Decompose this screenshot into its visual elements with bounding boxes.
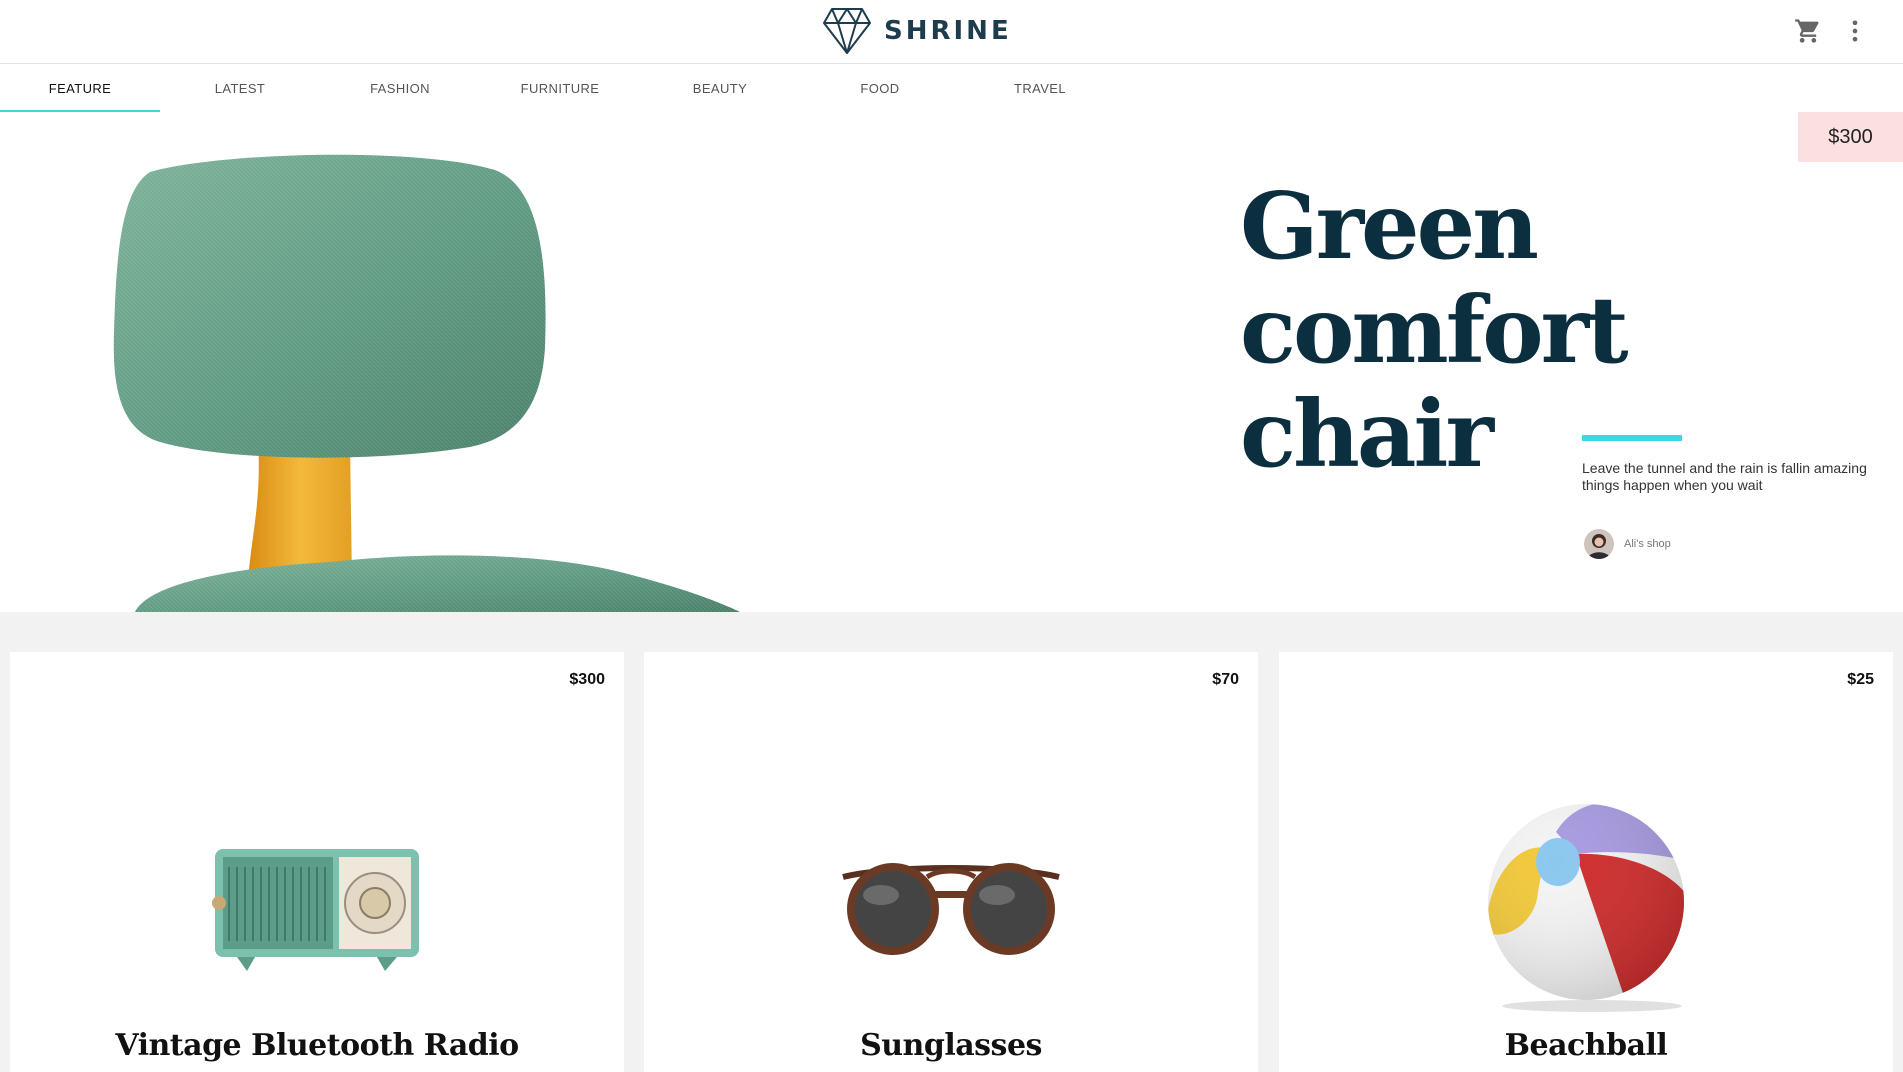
tab-feature[interactable]: FEATURE [0, 64, 160, 112]
tab-travel[interactable]: TRAVEL [960, 64, 1120, 112]
shop-link[interactable]: Ali's shop [1584, 529, 1671, 559]
avatar [1584, 529, 1614, 559]
product-title: Vintage Bluetooth Radio [115, 1028, 519, 1063]
product-card-beachball[interactable]: $25 Beachball [1279, 652, 1893, 1072]
accent-divider [1582, 435, 1682, 441]
product-price: $300 [569, 671, 605, 688]
tab-beauty[interactable]: BEAUTY [640, 64, 800, 112]
shopping-cart-icon[interactable] [1794, 17, 1822, 45]
shop-name: Ali's shop [1624, 538, 1671, 550]
product-price: $70 [1212, 671, 1239, 688]
tab-fashion[interactable]: FASHION [320, 64, 480, 112]
hero-price-badge: $300 [1798, 112, 1903, 162]
brand[interactable]: SHRINE [822, 6, 1012, 56]
beachball-image [1488, 804, 1684, 1012]
product-title: Beachball [1504, 1028, 1668, 1063]
product-card-sunglasses[interactable]: $70 Sunglasses [644, 652, 1258, 1072]
tab-food[interactable]: FOOD [800, 64, 960, 112]
hero-title: Green comfort chair [1240, 172, 1629, 488]
featured-hero[interactable]: $300 Green comfort chair Leave the tunne… [0, 112, 1903, 612]
diamond-icon [823, 8, 871, 54]
tab-furniture[interactable]: FURNITURE [480, 64, 640, 112]
hero-description: Leave the tunnel and the rain is fallin … [1582, 460, 1867, 493]
product-price: $25 [1847, 671, 1874, 688]
tab-latest[interactable]: LATEST [160, 64, 320, 112]
sunglasses-image [842, 863, 1060, 955]
radio-image [212, 849, 419, 971]
product-card-radio[interactable]: $300 Vintage Bluetooth Radio [10, 652, 624, 1072]
app-header: SHRINE [0, 0, 1903, 64]
green-chair-image [113, 154, 740, 612]
category-tabs: FEATURE LATEST FASHION FURNITURE BEAUTY … [0, 64, 1903, 112]
product-title: Sunglasses [860, 1028, 1042, 1063]
more-vert-icon[interactable] [1841, 17, 1869, 45]
brand-name: SHRINE [884, 16, 1012, 46]
